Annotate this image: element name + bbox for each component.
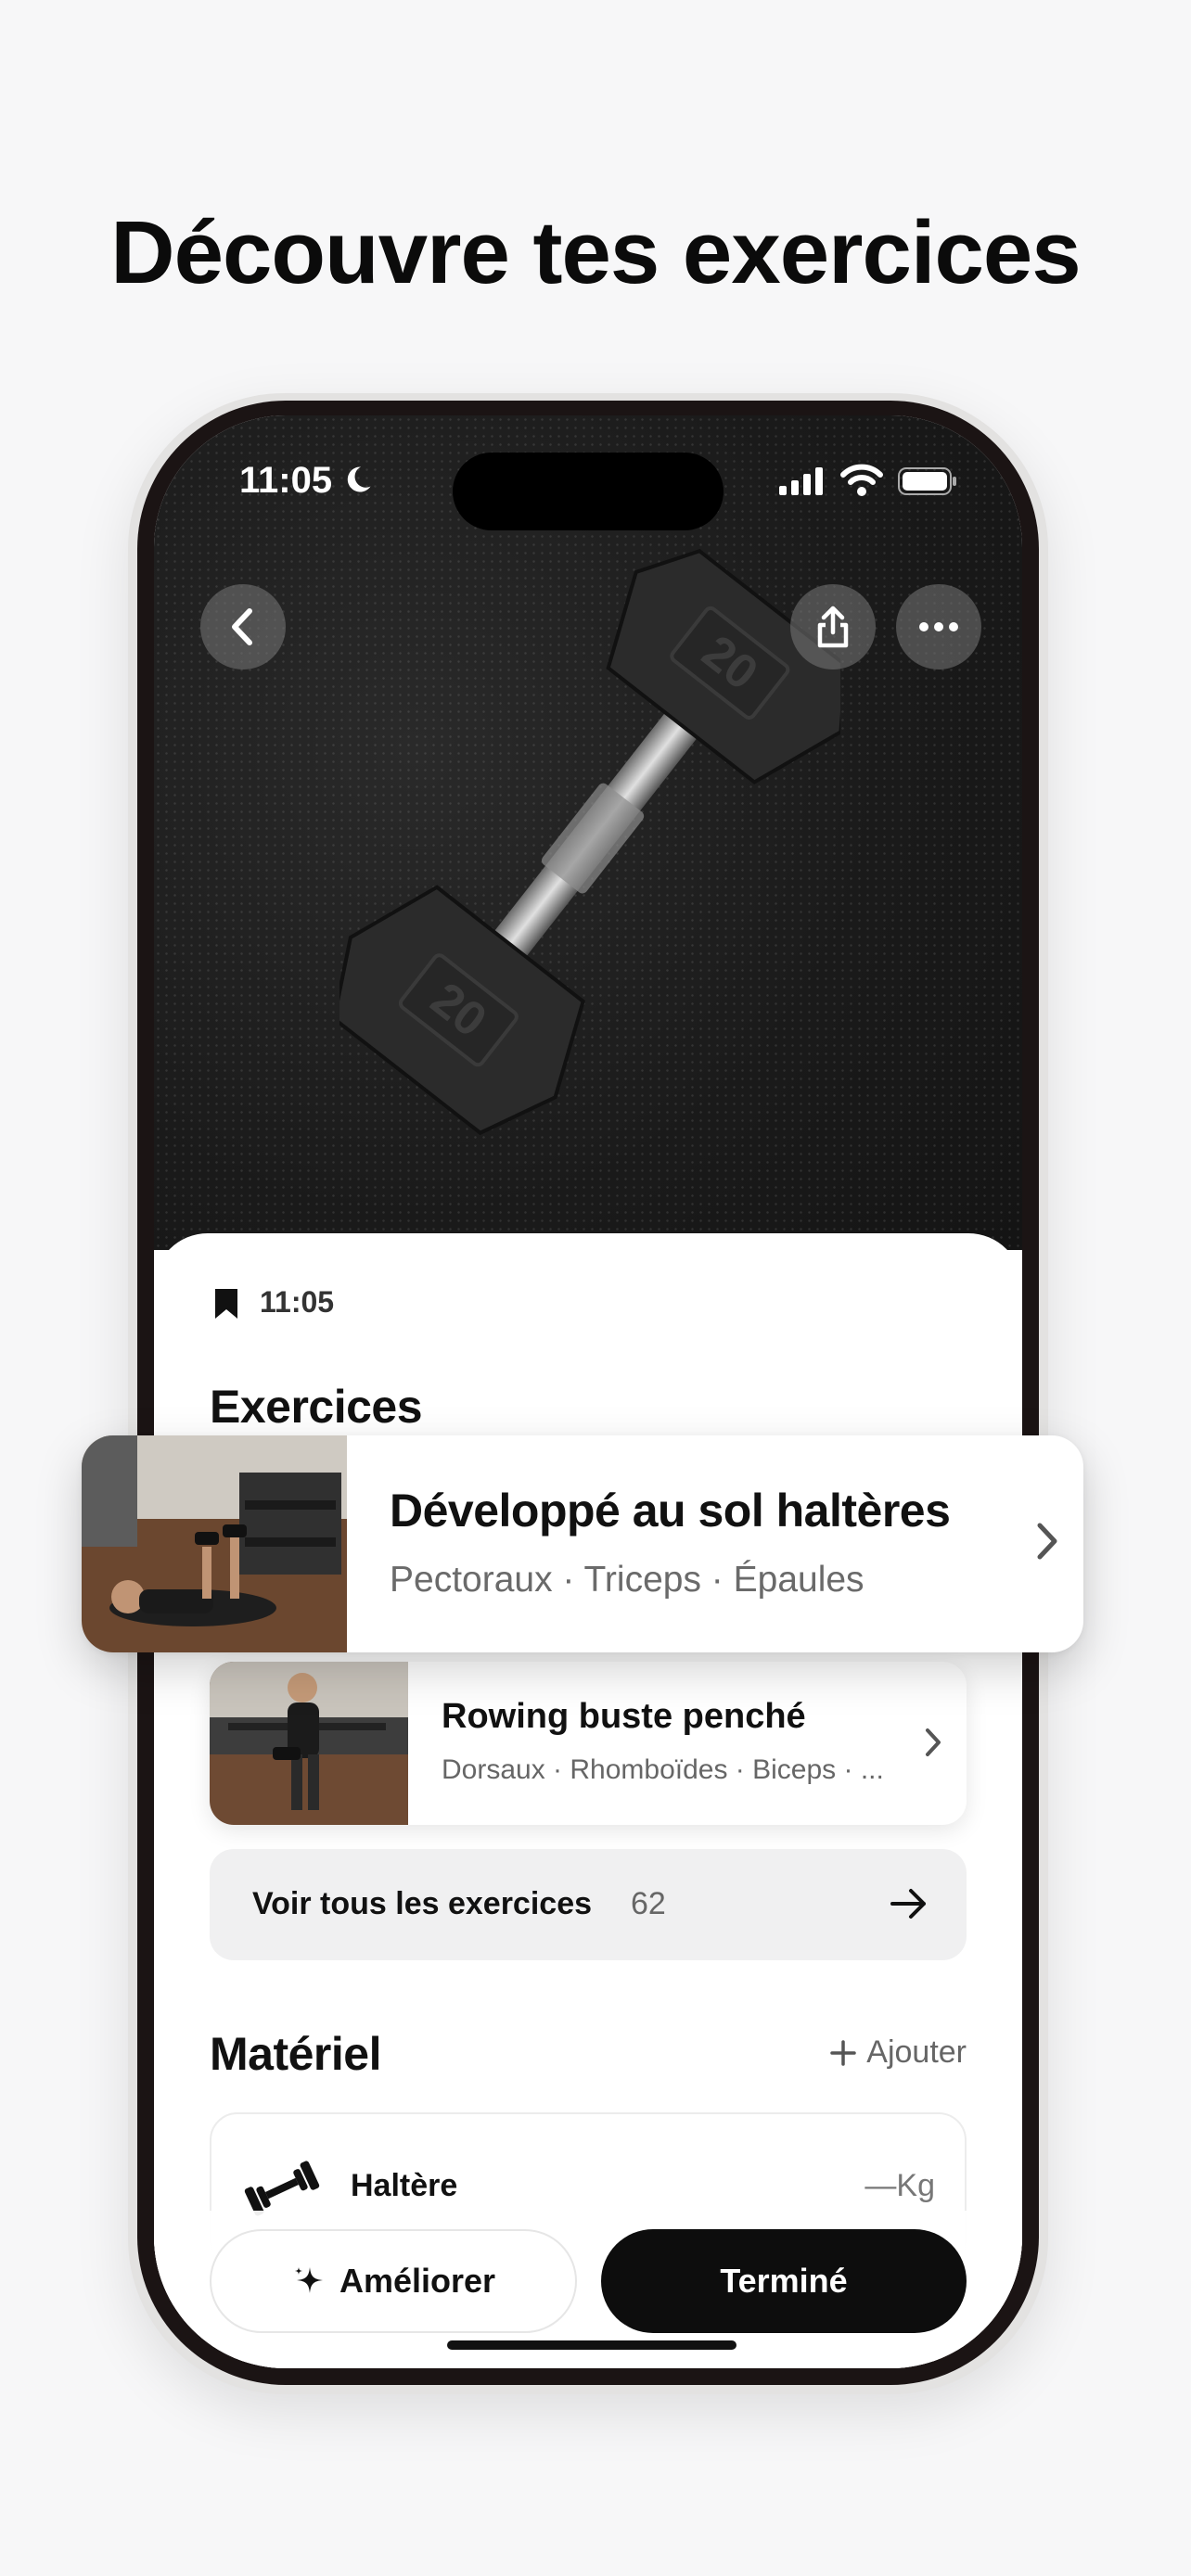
sheet-time: 11:05 bbox=[260, 1285, 335, 1319]
back-icon bbox=[232, 608, 252, 645]
bookmark-icon bbox=[215, 1289, 237, 1319]
done-button[interactable]: Terminé bbox=[601, 2229, 967, 2333]
equipment-name: Haltère bbox=[351, 2168, 458, 2203]
signal-icon bbox=[779, 467, 823, 495]
exercises-title: Exercices bbox=[210, 1381, 423, 1433]
more-button[interactable] bbox=[896, 584, 981, 670]
more-icon bbox=[919, 622, 958, 631]
chevron-right-icon bbox=[1037, 1523, 1057, 1560]
back-button[interactable] bbox=[200, 584, 286, 670]
exercise-name: Développé au sol haltères bbox=[390, 1485, 951, 1537]
exercise-card-rowing[interactable]: Rowing buste penché Dorsaux · Rhomboïdes… bbox=[210, 1662, 967, 1825]
exercise-card-floor-press[interactable]: Développé au sol haltères Pectoraux · Tr… bbox=[82, 1435, 1083, 1652]
add-label: Ajouter bbox=[866, 2034, 967, 2070]
wifi-icon bbox=[840, 464, 883, 496]
home-indicator bbox=[447, 2340, 736, 2350]
exercise-thumbnail bbox=[210, 1662, 408, 1825]
equipment-title: Matériel bbox=[210, 2028, 381, 2080]
share-icon bbox=[817, 606, 849, 648]
arrow-right-icon bbox=[890, 1889, 926, 1919]
improve-label: Améliorer bbox=[339, 2262, 496, 2300]
exercise-muscles: Dorsaux · Rhomboïdes · Biceps · ... bbox=[442, 1754, 884, 1785]
exercise-count: 62 bbox=[631, 1886, 666, 1921]
add-equipment-button[interactable]: Ajouter bbox=[829, 2034, 967, 2071]
done-label: Terminé bbox=[720, 2262, 848, 2300]
status-time: 11:05 bbox=[239, 460, 333, 501]
battery-icon bbox=[898, 467, 956, 495]
sparkle-icon bbox=[294, 2267, 323, 2293]
dumbbell-icon bbox=[244, 2161, 320, 2216]
dynamic-island bbox=[453, 453, 724, 530]
improve-button[interactable]: Améliorer bbox=[210, 2229, 577, 2333]
exercise-muscles: Pectoraux · Triceps · Épaules bbox=[390, 1560, 864, 1600]
plus-icon bbox=[830, 2039, 857, 2066]
see-all-label: Voir tous les exercices bbox=[252, 1886, 593, 1921]
share-button[interactable] bbox=[790, 584, 876, 670]
phone-screen: 20 20 11:05 11:05 Exercices Rowing buste… bbox=[154, 415, 1022, 2368]
exercise-name: Rowing buste penché bbox=[442, 1697, 806, 1736]
moon-icon bbox=[347, 466, 371, 492]
dumbbell-image: 20 20 bbox=[339, 549, 840, 1136]
equipment-weight: —Kg bbox=[864, 2168, 935, 2203]
see-all-exercises-button[interactable]: Voir tous les exercices 62 bbox=[210, 1849, 967, 1960]
exercise-thumbnail bbox=[82, 1435, 347, 1652]
chevron-right-icon bbox=[926, 1728, 941, 1756]
page-headline: Découvre tes exercices bbox=[110, 203, 1081, 302]
hero-image: 20 20 11:05 bbox=[154, 415, 1022, 1250]
